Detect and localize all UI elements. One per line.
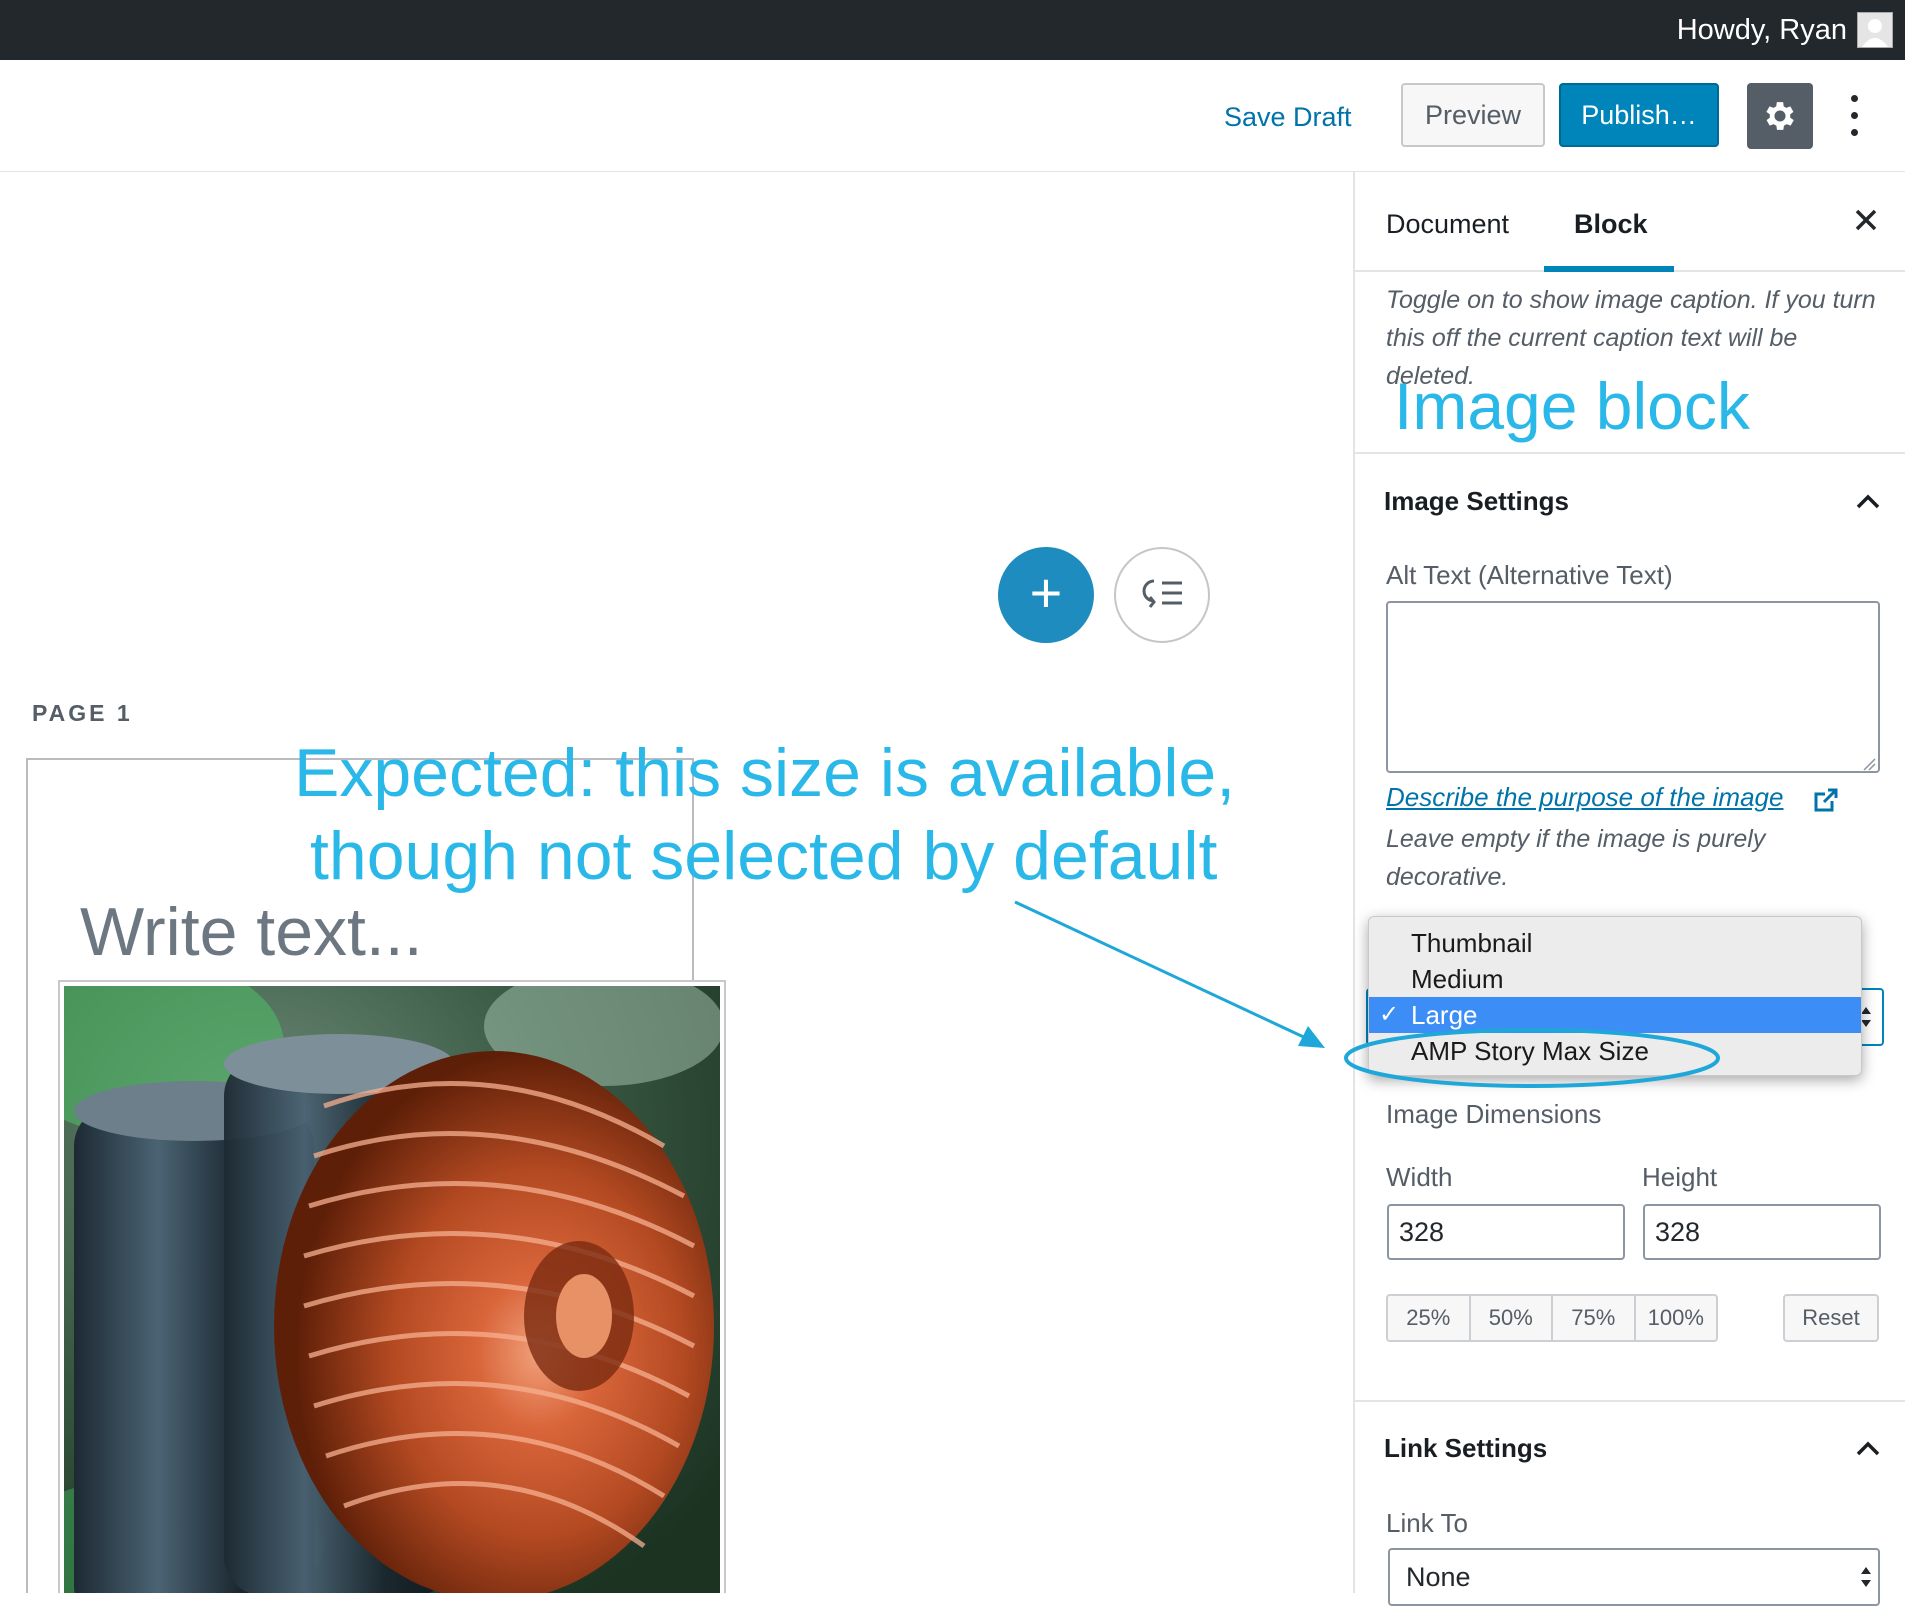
height-label: Height <box>1642 1162 1718 1192</box>
describe-purpose-link[interactable]: Describe the purpose of the image <box>1386 782 1783 813</box>
more-options-icon[interactable] <box>1848 95 1860 137</box>
width-label: Width <box>1386 1162 1453 1192</box>
panel-divider <box>1355 452 1905 454</box>
annotation-expected-line1: Expected: this size is available, <box>294 735 1236 811</box>
alt-text-label: Alt Text (Alternative Text) <box>1386 560 1673 590</box>
reset-button[interactable]: Reset <box>1783 1294 1879 1342</box>
image-block-photo[interactable] <box>4 956 724 1606</box>
external-link-icon[interactable] <box>1812 786 1840 814</box>
chevron-up-icon[interactable] <box>1854 491 1882 511</box>
size-option-medium[interactable]: Medium <box>1369 961 1861 997</box>
percent-button-group: 25% 50% 75% 100% <box>1386 1294 1718 1342</box>
tab-document[interactable]: Document <box>1386 209 1509 240</box>
admin-bar <box>0 0 1905 60</box>
percent-100-button[interactable]: 100% <box>1636 1296 1717 1340</box>
width-input[interactable]: 328 <box>1387 1204 1625 1260</box>
size-option-thumbnail[interactable]: Thumbnail <box>1369 925 1861 961</box>
howdy-user-label[interactable]: Howdy, Ryan <box>1677 14 1847 47</box>
image-settings-panel-title[interactable]: Image Settings <box>1384 486 1569 517</box>
gear-icon <box>1766 102 1794 130</box>
chevron-up-icon[interactable] <box>1854 1438 1882 1458</box>
user-avatar-icon <box>1858 13 1892 47</box>
publish-button[interactable]: Publish… <box>1559 83 1719 147</box>
height-input[interactable]: 328 <box>1643 1204 1881 1260</box>
block-navigation-icon <box>1142 579 1182 608</box>
avatar[interactable] <box>1857 12 1893 48</box>
link-settings-panel-title[interactable]: Link Settings <box>1384 1433 1547 1464</box>
annotation-arrow-line <box>1014 900 1311 1042</box>
alt-text-textarea[interactable] <box>1386 601 1880 773</box>
active-tab-indicator <box>1544 266 1674 272</box>
image-dimensions-label: Image Dimensions <box>1386 1099 1602 1129</box>
link-to-label: Link To <box>1386 1508 1468 1538</box>
percent-25-button[interactable]: 25% <box>1388 1296 1471 1340</box>
link-to-select[interactable]: None <box>1388 1548 1880 1606</box>
checkmark-icon: ✓ <box>1379 1001 1400 1028</box>
settings-button[interactable] <box>1747 83 1813 149</box>
tab-block[interactable]: Block <box>1574 209 1648 240</box>
annotation-image-block: Image block <box>1394 369 1750 443</box>
percent-75-button[interactable]: 75% <box>1553 1296 1636 1340</box>
arrowhead-icon <box>1298 1026 1325 1048</box>
percent-50-button[interactable]: 50% <box>1471 1296 1553 1340</box>
size-option-amp-story-max-size[interactable]: AMP Story Max Size <box>1369 1033 1861 1069</box>
resize-handle-icon[interactable] <box>1860 755 1876 771</box>
plus-icon: + <box>1029 561 1063 624</box>
text-block-placeholder[interactable]: Write text... <box>80 893 423 971</box>
save-draft-button[interactable]: Save Draft <box>1224 102 1352 133</box>
panel-divider <box>1355 1400 1905 1402</box>
page-label: PAGE 1 <box>32 700 133 726</box>
size-option-large[interactable]: ✓ Large <box>1369 997 1861 1033</box>
close-icon[interactable] <box>1852 206 1880 234</box>
inductor-coil-photo <box>4 956 724 1606</box>
select-arrows-icon[interactable] <box>1858 1562 1874 1592</box>
annotation-expected-line2: though not selected by default <box>310 818 1218 894</box>
preview-button[interactable]: Preview <box>1401 83 1545 147</box>
alt-text-help: Leave empty if the image is purely decor… <box>1386 825 1766 891</box>
image-size-dropdown: Thumbnail Medium ✓ Large AMP Story Max Si… <box>1368 916 1862 1076</box>
block-navigation-button[interactable] <box>1114 547 1210 643</box>
add-block-button[interactable]: + <box>998 547 1094 643</box>
